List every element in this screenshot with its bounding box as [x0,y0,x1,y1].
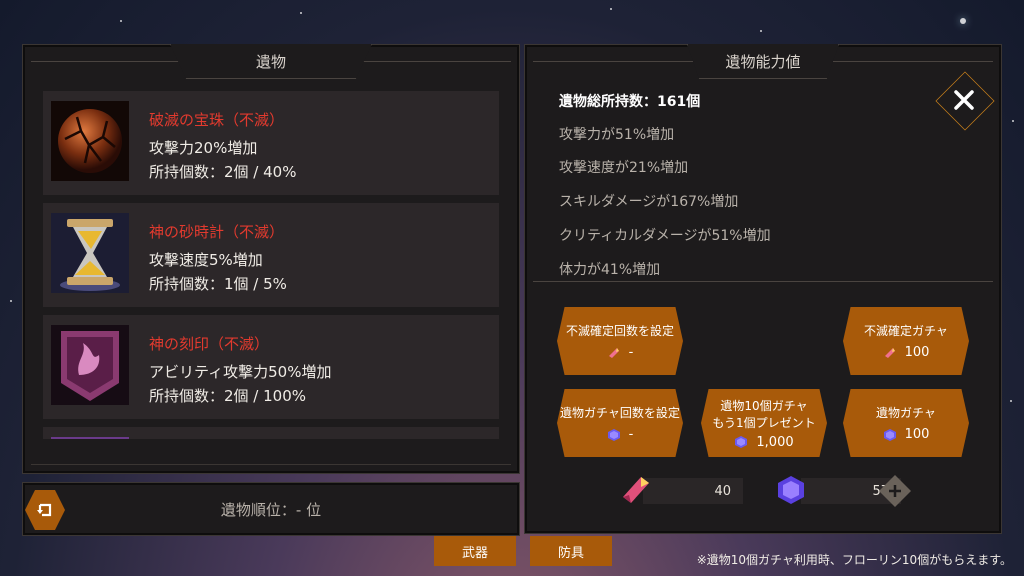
hourglass-icon [51,213,129,293]
set-gacha-count-button[interactable]: 遺物ガチャ回数を設定 - [557,389,683,457]
relic-rank-bar: 遺物順位：- 位 [22,482,520,536]
gem-icon [883,428,896,441]
button-sublabel: もう1個プレゼント [712,415,816,430]
relic-image-partial [51,437,129,439]
relic-count: 所持個数：2個 / 40% [149,163,297,181]
relic-name: 神の砂時計（不滅） [149,223,285,241]
title-ornament [833,61,993,62]
stats-panel-title: 遺物能力値 [687,44,839,79]
relic-card[interactable]: 神の刻印（不滅） アビリティ攻撃力50%増加 所持個数：2個 / 100% [43,315,499,419]
relic-stats-panel: 遺物能力値 遺物総所持数：161個 攻撃力が51%増加 攻撃速度が21%増加 ス… [524,44,1002,534]
star [1010,400,1012,402]
stat-attack-speed: 攻撃速度が21%増加 [559,160,689,176]
star [120,20,122,22]
relic-count: 所持個数：2個 / 100% [149,387,307,405]
star [960,18,966,24]
star [760,30,762,32]
footnote: ※遺物10個ガチャ利用時、フローリン10個がもらえます。 [696,553,1012,567]
star [1012,120,1014,122]
relic-card[interactable]: 破滅の宝珠（不滅） 攻撃力20%増加 所持個数：2個 / 40% [43,91,499,195]
stat-critical-damage: クリティカルダメージが51%増加 [559,228,771,244]
crystal-currency-icon [623,477,649,503]
button-cost: - [628,345,634,360]
plus-icon [889,485,901,497]
relic-panel-title: 遺物 [170,44,372,79]
ten-gacha-button[interactable]: 遺物10個ガチャ もう1個プレゼント 1,000 [701,389,827,457]
cracked-orb-icon [51,101,129,181]
fixed-gacha-button[interactable]: 不滅確定ガチャ 100 [843,307,969,375]
section-divider [533,281,993,282]
button-label: 遺物ガチャ回数を設定 [560,406,680,420]
relic-card[interactable] [43,427,499,439]
crystal-icon [884,347,895,358]
button-label: 遺物10個ガチャ [720,398,808,413]
star [610,8,612,10]
tab-weapon[interactable]: 武器 [434,536,516,566]
button-cost: 1,000 [756,434,794,450]
relic-name: 破滅の宝珠（不滅） [149,111,285,129]
button-cost: 100 [904,345,930,360]
relic-name: 神の刻印（不滅） [149,335,270,353]
set-fixed-count-button[interactable]: 不滅確定回数を設定 - [557,307,683,375]
rotate-icon [37,503,52,517]
stat-skill-damage: スキルダメージが167%増加 [559,194,739,210]
sigil-icon [51,325,129,405]
relic-list-panel: 遺物 破滅の宝珠（不滅） 攻撃力20%増加 所持個数：2個 / 40% 神の砂時… [22,44,520,474]
relic-effect: アビリティ攻撃力50%増加 [149,363,332,381]
button-label: 不滅確定ガチャ [864,324,948,338]
gem-currency-icon [778,476,804,504]
relic-effect: 攻撃速度5%増加 [149,251,263,269]
relic-total-count: 遺物総所持数：161個 [559,94,701,110]
button-label: 不滅確定回数を設定 [565,324,674,338]
rank-label: 遺物順位：- 位 [220,501,322,519]
star [300,12,302,14]
button-cost: 100 [904,427,930,442]
panel-divider [31,464,511,465]
title-ornament [533,61,693,62]
button-label: 遺物ガチャ [876,406,936,420]
relic-count: 所持個数：1個 / 5% [149,275,287,293]
gem-icon [735,436,748,448]
stat-attack: 攻撃力が51%増加 [559,127,675,143]
tab-armor[interactable]: 防具 [530,536,612,566]
crystal-icon [608,347,619,358]
gem-icon [607,428,620,441]
crystal-balance: 40 [643,478,743,504]
crystal-count: 40 [714,483,731,499]
stat-health: 体力が41%増加 [559,262,661,278]
close-icon[interactable] [950,86,978,114]
button-cost: - [628,427,634,442]
title-ornament [31,61,201,62]
gacha-button[interactable]: 遺物ガチャ 100 [843,389,969,457]
relic-effect: 攻撃力20%増加 [149,139,258,157]
star [10,300,12,302]
relic-card[interactable]: 神の砂時計（不滅） 攻撃速度5%増加 所持個数：1個 / 5% [43,203,499,307]
title-ornament [341,61,511,62]
